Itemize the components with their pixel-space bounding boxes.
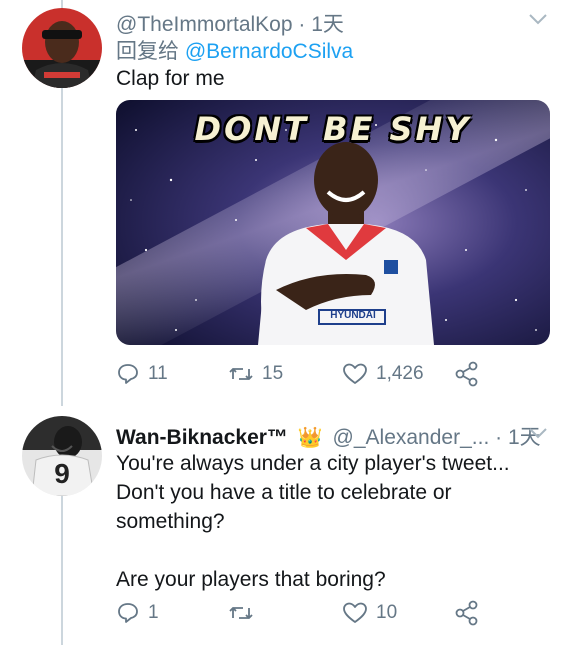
- like-button[interactable]: 10: [342, 597, 397, 629]
- reply-prefix: 回复给: [116, 40, 179, 63]
- heart-icon: [343, 602, 367, 623]
- user-handle[interactable]: @_Alexander_...: [333, 426, 490, 449]
- like-count: 10: [376, 602, 398, 623]
- user-handle[interactable]: @TheImmortalKop: [116, 13, 293, 36]
- thread-line-top: [61, 0, 63, 8]
- reply-icon: [118, 364, 138, 384]
- reply-button[interactable]: 11: [116, 358, 168, 390]
- reply-count: 11: [148, 363, 168, 384]
- tweet-actions: 1 10: [116, 597, 556, 629]
- reply-to-handle[interactable]: @BernardoCSilva: [185, 40, 353, 63]
- tweet-text: You're always under a city player's twee…: [116, 452, 510, 591]
- share-button[interactable]: [454, 358, 480, 390]
- tweet-header: Wan-Biknacker™ 👑 @_Alexander_... · 1天: [116, 421, 541, 451]
- display-name[interactable]: Wan-Biknacker™: [116, 426, 288, 449]
- tweet-media[interactable]: DONT BE SHY HYUNDAI: [116, 100, 550, 345]
- like-count: 1,426: [376, 363, 424, 384]
- thread-line: [61, 88, 63, 406]
- chevron-down-icon[interactable]: [527, 8, 549, 30]
- reply-button[interactable]: 1: [116, 597, 159, 629]
- reply-count: 1: [148, 602, 159, 623]
- tweet-text: Clap for me: [116, 67, 225, 90]
- retweet-icon: [229, 607, 253, 619]
- retweet-count: 15: [262, 363, 284, 384]
- share-button[interactable]: [454, 597, 480, 629]
- tweet-header: @TheImmortalKop · 1天: [116, 8, 344, 38]
- retweet-icon: [229, 368, 253, 380]
- replying-to: 回复给 @BernardoCSilva: [116, 35, 353, 65]
- shirt-sponsor: HYUNDAI: [330, 310, 376, 321]
- share-icon: [455, 361, 478, 387]
- thread-line-bottom: [61, 496, 63, 645]
- retweet-button[interactable]: 15: [228, 358, 283, 390]
- retweet-button[interactable]: [228, 597, 262, 629]
- avatar[interactable]: 9: [22, 416, 102, 496]
- like-button[interactable]: 1,426: [342, 358, 424, 390]
- avatar[interactable]: [22, 8, 102, 88]
- share-icon: [455, 600, 478, 626]
- media-caption: DONT BE SHY: [194, 110, 472, 148]
- avatar-shirt-number: 9: [54, 458, 70, 489]
- tweet-time[interactable]: · 1天: [298, 13, 344, 36]
- chevron-down-icon[interactable]: [527, 422, 549, 444]
- reply-icon: [118, 603, 138, 623]
- heart-icon: [343, 363, 367, 384]
- crown-icon: 👑: [297, 427, 323, 449]
- tweet-actions: 11 15 1,426: [116, 358, 556, 390]
